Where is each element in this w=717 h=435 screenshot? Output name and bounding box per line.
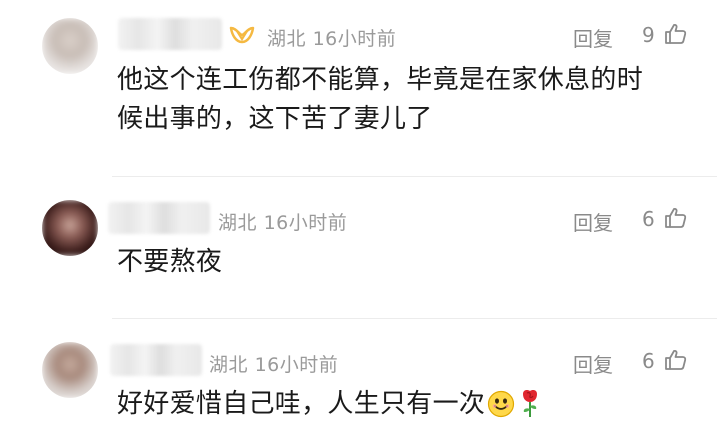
reply-button[interactable]: 回复 xyxy=(573,207,613,236)
thumbs-up-icon[interactable] xyxy=(664,22,688,46)
comment-item: 湖北 16小时前 回复 6 不要熬夜 xyxy=(0,180,717,320)
time-label: 16小时前 xyxy=(254,354,339,376)
username[interactable] xyxy=(118,18,222,50)
comment-meta: 湖北 16小时前 xyxy=(267,24,396,51)
like-count: 6 xyxy=(642,207,655,231)
comment-text-line: 好好爱惜自己哇，人生只有一次 xyxy=(117,389,486,419)
divider xyxy=(112,318,717,319)
avatar[interactable] xyxy=(42,342,98,398)
comment-meta: 湖北 16小时前 xyxy=(218,208,347,235)
thumbs-up-icon[interactable] xyxy=(664,348,688,372)
avatar[interactable] xyxy=(42,18,98,74)
divider xyxy=(112,176,717,177)
comment-item: 湖北 16小时前 回复 9 他这个连工伤都不能算，毕竟是在家休息的时 候出事的，… xyxy=(0,0,717,160)
time-label: 16小时前 xyxy=(263,212,348,234)
reply-button[interactable]: 回复 xyxy=(573,349,613,378)
comment-text-line: 他这个连工伤都不能算，毕竟是在家休息的时 xyxy=(117,65,644,95)
comment-text-line: 不要熬夜 xyxy=(117,247,223,277)
avatar[interactable] xyxy=(42,200,98,256)
like-count: 9 xyxy=(642,23,655,47)
vip-badge-icon xyxy=(229,26,255,44)
comment-item: 湖北 16小时前 回复 6 好好爱惜自己哇，人生只有一次 xyxy=(0,322,717,435)
thumbs-up-icon[interactable] xyxy=(664,206,688,230)
comment-text-line: 候出事的，这下苦了妻儿了 xyxy=(117,104,433,134)
username[interactable] xyxy=(108,202,210,234)
comment-text: 好好爱惜自己哇，人生只有一次 xyxy=(117,384,543,424)
time-label: 16小时前 xyxy=(312,28,397,50)
location-label: 湖北 xyxy=(267,28,307,50)
like-count: 6 xyxy=(642,349,655,373)
username[interactable] xyxy=(110,344,202,376)
location-label: 湖北 xyxy=(218,212,258,234)
rose-emoji-icon xyxy=(523,390,538,417)
smiley-emoji-icon xyxy=(488,390,515,418)
comment-meta: 湖北 16小时前 xyxy=(209,350,338,377)
reply-button[interactable]: 回复 xyxy=(573,23,613,52)
location-label: 湖北 xyxy=(209,354,249,376)
